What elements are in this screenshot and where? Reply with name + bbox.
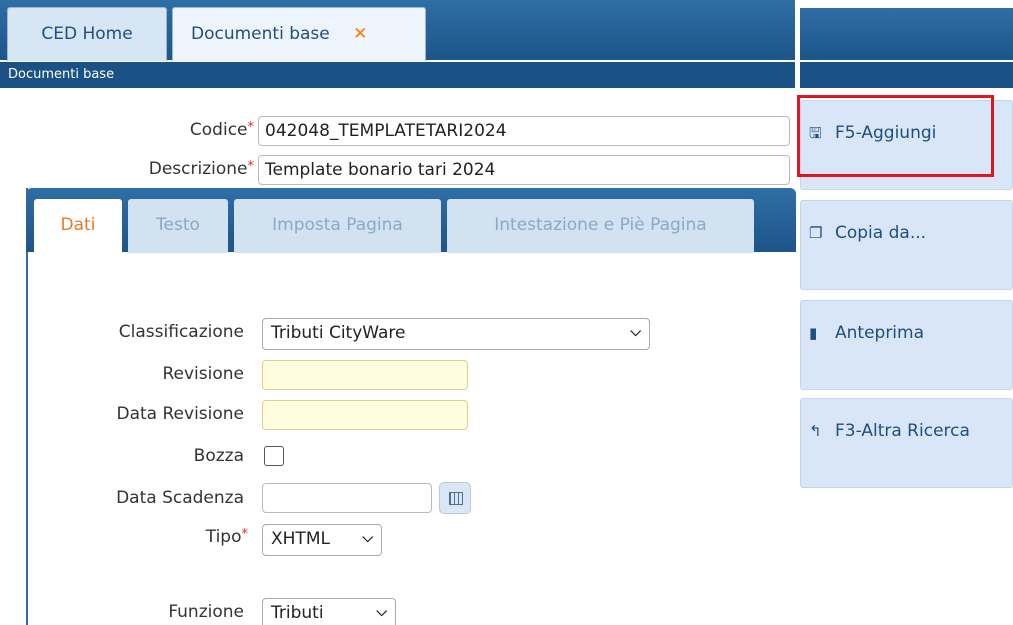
classificazione-label: Classificazione [118, 322, 244, 342]
chevron-down-icon: ⌵ [376, 604, 387, 620]
funzione-select[interactable]: Tributi ⌵ [262, 598, 396, 625]
anteprima-button[interactable]: ▮ Anteprima [800, 300, 1013, 390]
highlight-box [797, 95, 994, 177]
chevron-down-icon: ⌵ [362, 530, 373, 546]
data-scadenza-label: Data Scadenza [116, 488, 244, 508]
calendar-icon[interactable] [439, 482, 471, 514]
copy-icon: ❐ [809, 224, 823, 242]
data-scadenza-input[interactable] [262, 483, 432, 513]
chevron-down-icon: ⌵ [630, 324, 641, 340]
tab-dati[interactable]: Dati [34, 199, 122, 253]
tab-imposta-pagina[interactable]: Imposta Pagina [234, 199, 441, 253]
page-title-bar-right [800, 62, 1013, 88]
tipo-select[interactable]: XHTML ⌵ [262, 524, 382, 556]
page-title: Documenti base [8, 67, 115, 82]
tab-ced-home-label: CED Home [41, 24, 133, 44]
file-icon: ▮ [809, 324, 818, 342]
bozza-checkbox[interactable] [264, 446, 284, 466]
tab-documenti-base[interactable]: Documenti base ✕ [172, 7, 426, 61]
close-icon[interactable]: ✕ [353, 24, 367, 44]
data-revisione-input[interactable] [262, 400, 468, 430]
descrizione-label: Descrizione* [148, 159, 255, 179]
funzione-label: Funzione [168, 602, 244, 622]
altra-ricerca-button[interactable]: ↰ F3-Altra Ricerca [800, 398, 1013, 488]
tab-documenti-base-label: Documenti base [191, 24, 330, 44]
tab-ced-home[interactable]: CED Home [7, 7, 167, 61]
reply-arrow-icon: ↰ [809, 422, 822, 440]
tab-testo[interactable]: Testo [128, 199, 228, 253]
revisione-label: Revisione [162, 364, 244, 384]
data-revisione-label: Data Revisione [116, 404, 245, 424]
tipo-label: Tipo* [205, 527, 249, 547]
descrizione-input[interactable]: Template bonario tari 2024 [258, 155, 790, 185]
revisione-input[interactable] [262, 360, 468, 390]
bozza-label: Bozza [193, 446, 244, 466]
required-mark: * [241, 527, 249, 542]
tab-intestazione-pie-pagina[interactable]: Intestazione e Piè Pagina [447, 199, 754, 253]
classificazione-select[interactable]: Tributi CityWare ⌵ [262, 318, 650, 350]
codice-input[interactable]: 042048_TEMPLATETARI2024 [258, 116, 790, 146]
page-title-bar: Documenti base [0, 62, 795, 88]
required-mark: * [247, 120, 255, 135]
required-mark: * [247, 159, 255, 174]
copia-da-button[interactable]: ❐ Copia da... [800, 200, 1013, 290]
tab-bar-right [800, 8, 1013, 60]
codice-label: Codice* [189, 120, 255, 140]
